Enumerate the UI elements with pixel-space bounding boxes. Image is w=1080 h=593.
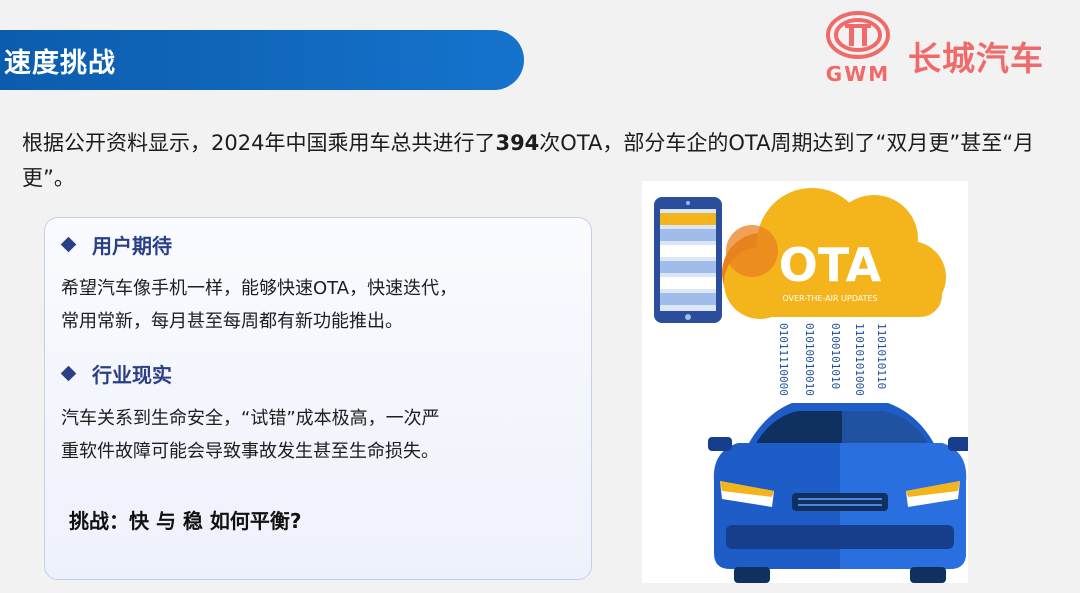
section-body-line: 重软件故障可能会导致事故发生甚至生命损失。 [61, 441, 439, 462]
ota-car-illustration: OTA OVER-THE-AIR UPDATES 01011110000 0101… [654, 188, 972, 583]
section-heading-industry-reality: 行业现实 [60, 359, 172, 388]
section-heading-text: 行业现实 [92, 363, 172, 387]
logo-abbr: GWM [825, 62, 891, 86]
binary-stream-text: 11010101000 [853, 323, 866, 396]
section-heading-text: 用户期待 [92, 234, 172, 258]
section-body-line: 汽车关系到生命安全，“试错”成本极高，一次严 [61, 408, 440, 429]
car-icon [708, 403, 972, 583]
section-body-line: 希望汽车像手机一样，能够快速OTA，快速迭代， [61, 278, 458, 299]
phone-icon [654, 197, 722, 323]
binary-stream-text: 0100101010 [829, 323, 842, 389]
cloud-title: OTA [779, 238, 882, 292]
binary-stream-text: 1101010110 [875, 323, 888, 389]
section-body-industry-reality: 汽车关系到生命安全，“试错”成本极高，一次严 重软件故障可能会导致事故发生甚至生… [61, 402, 561, 468]
section-body-line: 常用常新，每月甚至每周都有新功能推出。 [61, 311, 403, 332]
logo-brand-name: 长城汽车 [908, 39, 1044, 78]
diamond-bullet-icon [60, 365, 77, 382]
binary-stream-text: 01010010010 [803, 323, 816, 396]
intro-ota-count: 394 [495, 131, 540, 155]
diamond-bullet-icon [60, 236, 77, 253]
challenge-question: 挑战：快 与 稳 如何平衡? [69, 509, 302, 533]
gwm-logo: GWM 长城汽车 [822, 8, 1067, 88]
section-heading-user-expectation: 用户期待 [60, 230, 172, 259]
info-card: 用户期待 希望汽车像手机一样，能够快速OTA，快速迭代， 常用常新，每月甚至每周… [44, 217, 592, 580]
ota-illustration: OTA OVER-THE-AIR UPDATES 01011110000 0101… [642, 181, 972, 583]
section-body-user-expectation: 希望汽车像手机一样，能够快速OTA，快速迭代， 常用常新，每月甚至每周都有新功能… [61, 272, 561, 338]
section-title-bar: 速度挑战 [0, 30, 524, 90]
page-title: 速度挑战 [4, 47, 116, 79]
binary-streams: 01011110000 01010010010 0100101010 11010101… [777, 323, 888, 396]
binary-stream-text: 01011110000 [777, 323, 790, 396]
cloud-subtitle: OVER-THE-AIR UPDATES [782, 294, 877, 303]
intro-text-before: 根据公开资料显示，2024年中国乘用车总共进行了 [22, 131, 496, 155]
